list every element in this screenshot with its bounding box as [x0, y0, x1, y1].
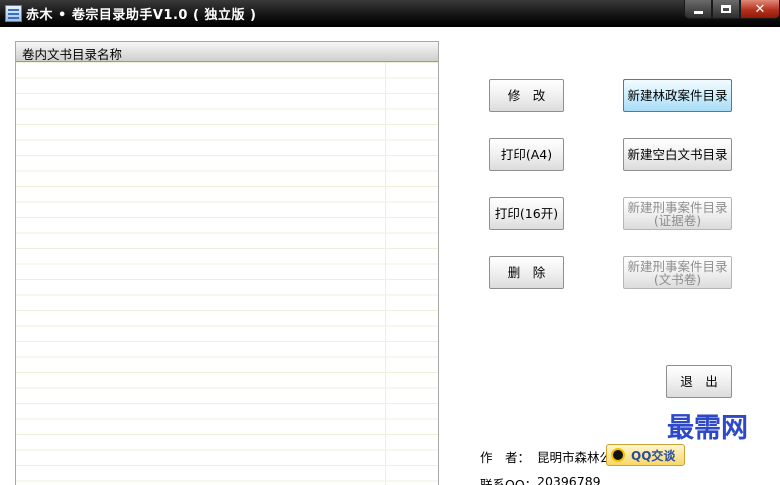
qq-penguin-icon — [611, 448, 625, 462]
main-panel: 卷内文书目录名称 修 改 打印(A4) 打印(16开) 删 除 新建林政案件目录… — [0, 27, 780, 485]
column-divider — [385, 62, 386, 485]
close-icon: ✕ — [754, 1, 766, 17]
print-16k-button[interactable]: 打印(16开) — [489, 197, 564, 230]
maximize-button[interactable] — [712, 0, 740, 19]
app-icon — [5, 5, 22, 22]
document-list[interactable]: 卷内文书目录名称 — [15, 41, 439, 485]
author-label: 作 者： — [480, 450, 531, 465]
qq-chat-button[interactable]: QQ交谈 — [606, 444, 685, 466]
close-button[interactable]: ✕ — [740, 0, 780, 19]
list-body[interactable] — [16, 62, 438, 485]
new-forestry-case-button[interactable]: 新建林政案件目录 — [623, 79, 732, 112]
modify-button[interactable]: 修 改 — [489, 79, 564, 112]
title-bar[interactable]: 赤木 • 卷宗目录助手V1.0 ( 独立版 ) ✕ — [0, 0, 780, 27]
qq-chat-label: QQ交谈 — [631, 448, 676, 463]
new-blank-doc-button[interactable]: 新建空白文书目录 — [623, 138, 732, 171]
minimize-icon — [693, 11, 703, 14]
qq-number: 20396789 — [537, 474, 601, 485]
print-a4-button[interactable]: 打印(A4) — [489, 138, 564, 171]
minimize-button[interactable] — [684, 0, 712, 19]
new-criminal-evidence-button[interactable]: 新建刑事案件目录 (证据卷) — [623, 197, 732, 230]
qq-label: 联系QQ： — [480, 477, 538, 485]
new-criminal-docs-button[interactable]: 新建刑事案件目录 (文书卷) — [623, 256, 732, 289]
delete-button[interactable]: 删 除 — [489, 256, 564, 289]
list-header-label: 卷内文书目录名称 — [22, 47, 123, 62]
maximize-icon — [721, 5, 731, 13]
exit-button[interactable]: 退 出 — [666, 365, 732, 398]
window-title: 赤木 • 卷宗目录助手V1.0 ( 独立版 ) — [26, 8, 257, 23]
watermark-logo: 最需网 — [667, 413, 748, 444]
list-header[interactable]: 卷内文书目录名称 — [16, 42, 438, 62]
